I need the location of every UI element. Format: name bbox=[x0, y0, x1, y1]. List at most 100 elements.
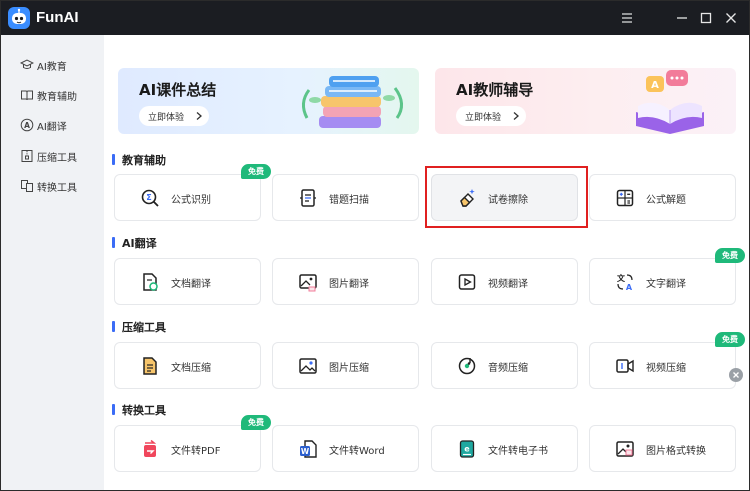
video-translate-icon bbox=[458, 274, 476, 290]
section-title-compress-tools: 压缩工具 bbox=[112, 318, 212, 334]
sidebar-item-label: 转换工具 bbox=[37, 183, 77, 194]
image-format-icon bbox=[616, 441, 634, 457]
free-badge: 免费 bbox=[241, 415, 271, 430]
section-title-text: 教育辅助 bbox=[122, 154, 166, 167]
section-accent-bar bbox=[112, 321, 115, 332]
card-label: 音频压缩 bbox=[488, 363, 528, 374]
card-label: 公式识别 bbox=[171, 195, 211, 206]
convert-icon bbox=[21, 180, 33, 192]
small-close-icon bbox=[733, 372, 739, 378]
card-document-compress[interactable]: 文档压缩 bbox=[114, 342, 261, 389]
open-book-icon bbox=[21, 90, 33, 101]
card-label: 错题扫描 bbox=[329, 195, 369, 206]
eraser-icon bbox=[460, 189, 475, 207]
document-translate-icon bbox=[143, 273, 158, 291]
svg-text:W: W bbox=[301, 447, 310, 456]
svg-text:Σ: Σ bbox=[146, 193, 151, 202]
sidebar-item-ai-translate[interactable]: A AI翻译 bbox=[15, 114, 99, 136]
app-logo-icon bbox=[8, 7, 30, 29]
maximize-icon bbox=[700, 12, 712, 24]
sidebar-item-label: 教育辅助 bbox=[37, 92, 77, 103]
dismiss-button[interactable] bbox=[729, 368, 743, 382]
card-wrong-question-scan[interactable]: 错题扫描 bbox=[272, 174, 419, 221]
svg-text:A: A bbox=[651, 80, 659, 91]
banner-title: AI课件总结 bbox=[139, 81, 217, 99]
card-file-to-ebook[interactable]: e 文件转电子书 bbox=[431, 425, 578, 472]
free-badge-text: 免费 bbox=[248, 418, 264, 427]
card-image-format-convert[interactable]: 图片格式转换 bbox=[589, 425, 736, 472]
card-label: 图片翻译 bbox=[329, 279, 369, 290]
image-compress-icon bbox=[299, 358, 317, 374]
sidebar-item-ai-education[interactable]: AI教育 bbox=[15, 54, 99, 76]
svg-text:A: A bbox=[626, 283, 633, 292]
graduation-cap-icon bbox=[20, 59, 34, 69]
card-audio-compress[interactable]: 音频压缩 bbox=[431, 342, 578, 389]
svg-text:A: A bbox=[24, 121, 30, 130]
sidebar-item-education-assist[interactable]: 教育辅助 bbox=[15, 84, 99, 106]
document-compress-icon bbox=[143, 357, 157, 375]
card-label: 图片格式转换 bbox=[646, 446, 706, 457]
card-document-translate[interactable]: 文档翻译 bbox=[114, 258, 261, 305]
image-translate-icon bbox=[299, 274, 317, 292]
svg-text:e: e bbox=[464, 445, 470, 454]
card-video-translate[interactable]: 视频翻译 bbox=[431, 258, 578, 305]
card-formula-solving[interactable]: 公式解题 bbox=[589, 174, 736, 221]
word-convert-icon: W bbox=[300, 440, 317, 458]
card-label: 文件转Word bbox=[329, 446, 385, 457]
card-label: 图片压缩 bbox=[329, 363, 369, 374]
try-now-label: 立即体验 bbox=[148, 113, 185, 123]
section-title-text: 压缩工具 bbox=[122, 321, 166, 334]
try-now-button[interactable]: 立即体验 bbox=[139, 106, 209, 126]
sidebar-item-compress-tools[interactable]: 压缩工具 bbox=[15, 145, 99, 167]
minimize-button[interactable] bbox=[672, 8, 692, 28]
card-video-compress[interactable]: 视频压缩 bbox=[589, 342, 736, 389]
free-badge-text: 免费 bbox=[248, 167, 264, 176]
svg-text:文: 文 bbox=[617, 273, 626, 283]
chevron-right-icon bbox=[196, 112, 202, 120]
audio-compress-icon bbox=[458, 357, 476, 375]
card-formula-recognition[interactable]: Σ 公式识别 bbox=[114, 174, 261, 221]
card-label: 公式解题 bbox=[646, 195, 686, 206]
banner-teacher-tutoring[interactable]: AI教师辅导 立即体验 A bbox=[435, 68, 736, 134]
section-accent-bar bbox=[112, 404, 115, 415]
section-title-ai-translate: AI翻译 bbox=[112, 234, 212, 250]
banner-course-summary[interactable]: AI课件总结 立即体验 bbox=[118, 68, 419, 134]
section-title-education-assist: 教育辅助 bbox=[112, 151, 212, 167]
main-content: AI课件总结 立即体验 AI教师辅导 立即体验 A 教育辅助 Σ 公式识别 错题… bbox=[104, 35, 749, 490]
archive-icon bbox=[21, 150, 33, 162]
try-now-label: 立即体验 bbox=[465, 113, 502, 123]
card-file-to-word[interactable]: W 文件转Word bbox=[272, 425, 419, 472]
hamburger-menu-icon bbox=[622, 13, 632, 23]
card-image-translate[interactable]: 图片翻译 bbox=[272, 258, 419, 305]
card-label: 文字翻译 bbox=[646, 279, 686, 290]
title-bar[interactable]: FunAI bbox=[1, 1, 749, 35]
sidebar-item-label: AI教育 bbox=[37, 62, 67, 73]
sidebar-item-label: 压缩工具 bbox=[37, 153, 77, 164]
card-image-compress[interactable]: 图片压缩 bbox=[272, 342, 419, 389]
maximize-button[interactable] bbox=[696, 8, 716, 28]
text-translate-icon: 文 A bbox=[617, 273, 633, 292]
sidebar-item-label: AI翻译 bbox=[37, 122, 67, 133]
section-title-text: AI翻译 bbox=[122, 237, 157, 250]
close-button[interactable] bbox=[721, 8, 741, 28]
card-label: 试卷擦除 bbox=[488, 195, 528, 206]
card-text-translate[interactable]: 文 A 文字翻译 bbox=[589, 258, 736, 305]
free-badge-text: 免费 bbox=[722, 335, 738, 344]
app-title: FunAI bbox=[36, 9, 79, 26]
try-now-button[interactable]: 立即体验 bbox=[456, 106, 526, 126]
card-file-to-pdf[interactable]: 文件转PDF bbox=[114, 425, 261, 472]
scan-document-icon bbox=[300, 189, 316, 207]
chevron-right-icon bbox=[513, 112, 519, 120]
card-paper-erase[interactable]: 试卷擦除 bbox=[431, 174, 578, 221]
minimize-icon bbox=[677, 17, 687, 19]
translate-icon: A bbox=[20, 118, 34, 132]
ebook-convert-icon: e bbox=[459, 440, 475, 458]
menu-button[interactable] bbox=[617, 8, 637, 28]
card-label: 文档压缩 bbox=[171, 363, 211, 374]
banner-title: AI教师辅导 bbox=[456, 81, 534, 99]
sidebar-item-convert-tools[interactable]: 转换工具 bbox=[15, 175, 99, 197]
section-accent-bar bbox=[112, 237, 115, 248]
card-label: 视频翻译 bbox=[488, 279, 528, 290]
close-icon bbox=[726, 13, 736, 23]
app-window: FunAI AI教育 教育辅助 A AI翻译 压缩工具 转换工具 AI课件总结 … bbox=[0, 0, 750, 491]
